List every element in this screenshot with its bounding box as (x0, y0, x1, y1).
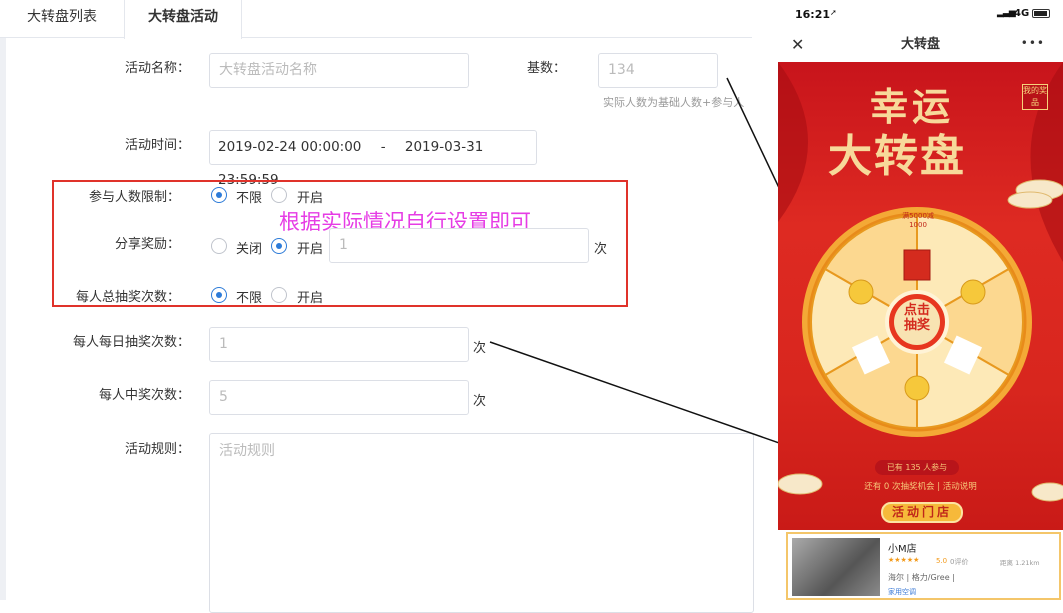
store-name: 小M店 (888, 544, 917, 555)
chances-text[interactable]: 还有 0 次抽奖机会 | 活动说明 (778, 480, 1063, 492)
stores-button[interactable]: 活动门店 (881, 502, 963, 523)
location-icon: ➚ (830, 8, 837, 17)
participants-badge: 已有 135 人参与 (875, 460, 959, 475)
signal-icon: ▂▃▅ (997, 8, 1016, 18)
wheel-screen: 我的奖品 幸运 大转盘 满5000减1000 点击 抽奖 已有 135 人参与 … (778, 62, 1063, 530)
store-photo (792, 538, 880, 596)
close-icon[interactable]: ✕ (791, 28, 804, 62)
network-label: 4G (1014, 8, 1030, 19)
store-reviews: 0评价 (950, 558, 969, 566)
spin-text-1: 点击 (903, 303, 930, 318)
headline-bottom: 大转盘 (828, 131, 966, 182)
store-rating: 5.0 (936, 557, 948, 565)
more-icon[interactable]: ••• (1021, 26, 1045, 60)
status-bar: 16:21 ➚ ▂▃▅ 4G (778, 0, 1063, 28)
store-tag: 家用空调 (888, 588, 916, 596)
wheel-segment-top: 满5000减1000 (902, 212, 934, 229)
phone-navbar: ✕ 大转盘 ••• (778, 28, 1063, 62)
battery-icon (1032, 9, 1050, 18)
status-time: 16:21 (795, 8, 831, 21)
phone-preview: 16:21 ➚ ▂▃▅ 4G ✕ 大转盘 ••• 我的奖品 幸运 大转盘 满50… (778, 0, 1063, 600)
my-prize-button[interactable]: 我的奖品 (1022, 84, 1048, 110)
spin-button[interactable]: 点击 抽奖 (889, 303, 945, 333)
spin-text-2: 抽奖 (903, 318, 930, 333)
store-stars-icon: ★★★★★ (888, 556, 920, 564)
store-distance: 距离 1.21km (1000, 559, 1040, 567)
phone-page-title: 大转盘 (900, 37, 940, 52)
store-brands: 海尔 | 格力/Gree | (888, 573, 955, 582)
store-card[interactable]: 小M店 ★★★★★ 5.0 0评价 距离 1.21km 海尔 | 格力/Gree… (786, 532, 1061, 600)
